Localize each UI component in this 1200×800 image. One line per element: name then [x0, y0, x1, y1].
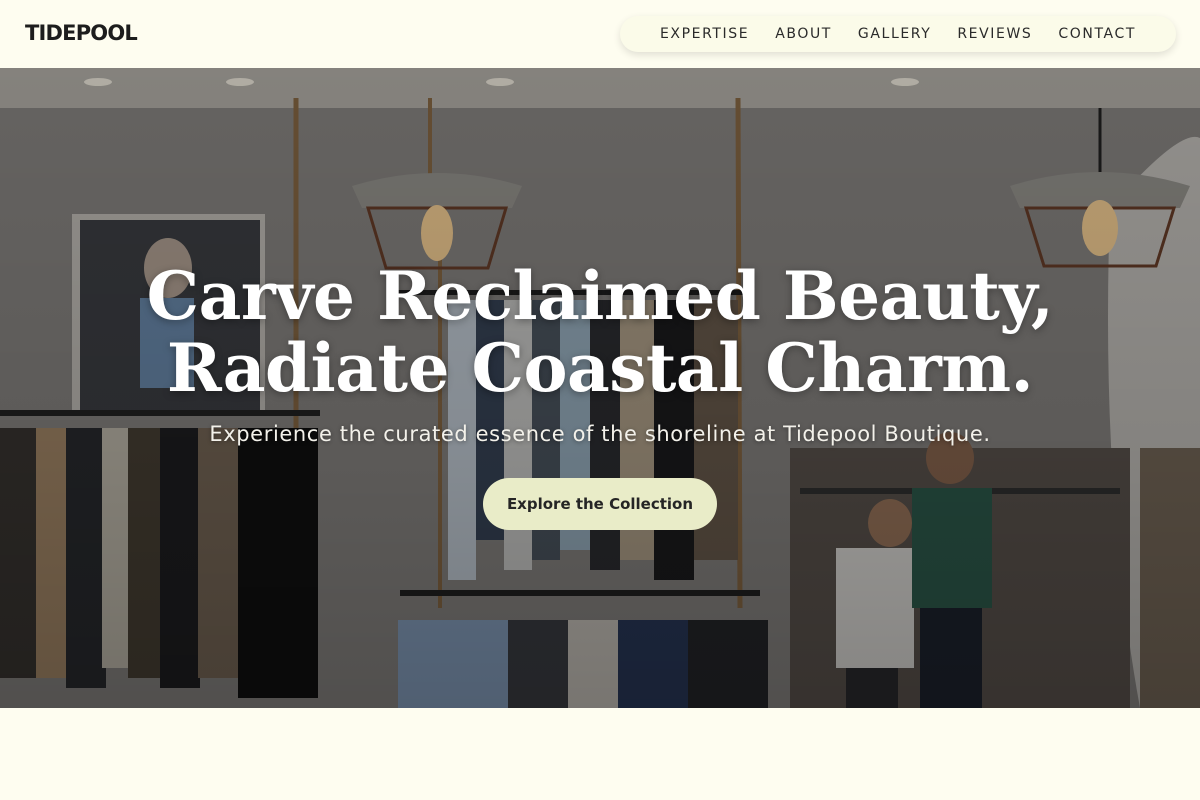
hero-headline: Carve Reclaimed Beauty, Radiate Coastal … — [0, 260, 1200, 404]
nav-link-reviews[interactable]: REVIEWS — [957, 26, 1032, 42]
hero-subheadline: Experience the curated essence of the sh… — [209, 422, 991, 446]
explore-collection-button[interactable]: Explore the Collection — [483, 478, 717, 530]
brand-logo[interactable]: TIDEPOOL — [25, 21, 138, 45]
nav-link-gallery[interactable]: GALLERY — [858, 26, 931, 42]
hero-headline-line-1: Carve Reclaimed Beauty, — [146, 257, 1054, 335]
nav-link-contact[interactable]: CONTACT — [1058, 26, 1136, 42]
nav-link-expertise[interactable]: EXPERTISE — [660, 26, 749, 42]
hero-headline-line-2: Radiate Coastal Charm. — [166, 329, 1034, 407]
below-fold-section — [0, 708, 1200, 800]
hero-section: Carve Reclaimed Beauty, Radiate Coastal … — [0, 68, 1200, 708]
site-header: TIDEPOOL EXPERTISE ABOUT GALLERY REVIEWS… — [0, 0, 1200, 68]
nav-link-about[interactable]: ABOUT — [775, 26, 832, 42]
main-nav: EXPERTISE ABOUT GALLERY REVIEWS CONTACT — [620, 16, 1176, 52]
